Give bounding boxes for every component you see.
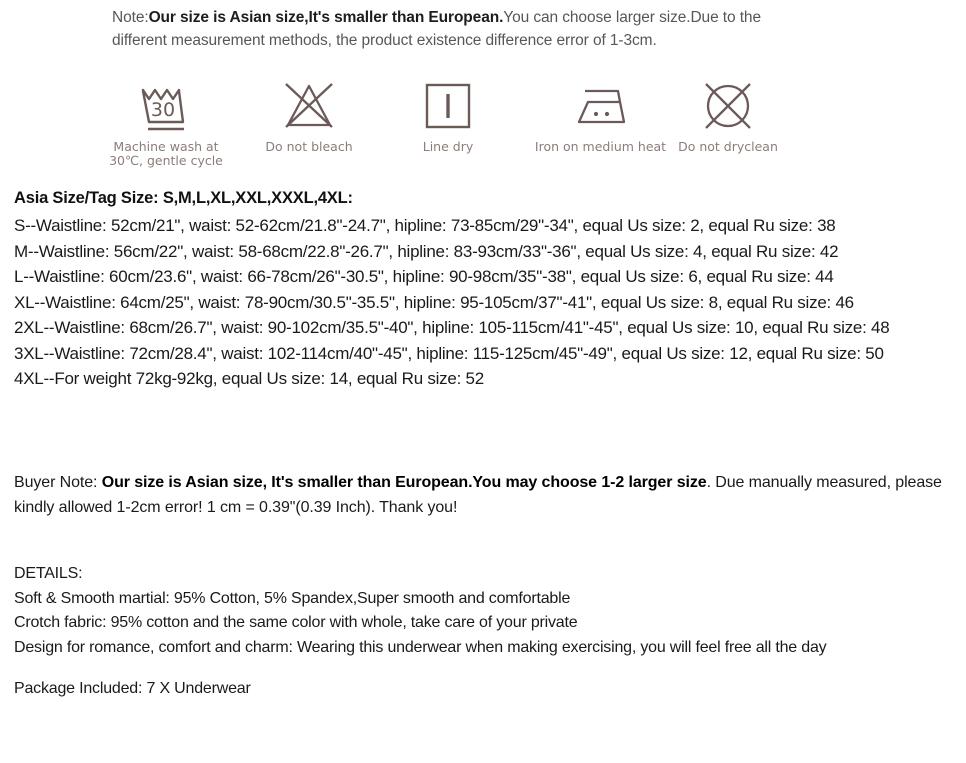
top-note: Note:Our size is Asian size,It's smaller… xyxy=(112,6,772,52)
package-included-line: Package Included: 7 X Underwear xyxy=(14,680,251,697)
size-line: M--Waistline: 56cm/22", waist: 58-68cm/2… xyxy=(14,241,839,261)
details-block: DETAILS: Soft & Smooth martial: 95% Cott… xyxy=(14,562,964,660)
care-symbol-do-not-dryclean: Do not dryclean xyxy=(648,78,808,154)
care-symbol-label: Machine wash at 30℃, gentle cycle xyxy=(109,139,223,168)
top-note-prefix: Note: xyxy=(112,9,149,26)
line-dry-icon xyxy=(378,78,518,134)
details-heading: DETAILS: xyxy=(14,565,83,582)
detail-line: Crotch fabric: 95% cotton and the same c… xyxy=(14,614,578,631)
machine-wash-30-icon: 30 xyxy=(78,78,254,134)
care-symbol-line-dry: Line dry xyxy=(378,78,518,154)
do-not-dryclean-icon xyxy=(648,78,808,134)
svg-text:30: 30 xyxy=(151,99,175,121)
size-line: S--Waistline: 52cm/21", waist: 52-62cm/2… xyxy=(14,216,836,235)
care-symbol-label: Do not bleach xyxy=(265,139,353,154)
size-line: 3XL--Waistline: 72cm/28.4", waist: 102-1… xyxy=(14,343,884,363)
buyer-note-prefix: Buyer Note: xyxy=(14,474,102,491)
size-line: 4XL--For weight 72kg-92kg, equal Us size… xyxy=(14,369,484,388)
buyer-note-bold: Our size is Asian size, It's smaller tha… xyxy=(101,474,707,491)
size-chart-lines: S--Waistline: 52cm/21", waist: 52-62cm/2… xyxy=(14,213,966,392)
size-chart-heading: Asia Size/Tag Size: S,M,L,XL,XXL,XXXL,4X… xyxy=(14,189,353,207)
size-line: L--Waistline: 60cm/23.6", waist: 66-78cm… xyxy=(14,267,834,286)
buyer-note: Buyer Note: Our size is Asian size, It's… xyxy=(14,470,949,520)
do-not-bleach-icon xyxy=(233,78,385,134)
size-line: 2XL--Waistline: 68cm/26.7", waist: 90-10… xyxy=(14,318,890,337)
size-chart-block: Asia Size/Tag Size: S,M,L,XL,XXL,XXXL,4X… xyxy=(14,186,966,392)
care-symbol-label: Line dry xyxy=(422,139,474,154)
care-symbol-machine-wash: 30 Machine wash at 30℃, gentle cycle xyxy=(78,78,254,168)
top-note-bold: Our size is Asian size,It's smaller than… xyxy=(148,9,504,26)
detail-line: Design for romance, comfort and charm: W… xyxy=(14,638,827,656)
care-symbols-row: 30 Machine wash at 30℃, gentle cycle Do … xyxy=(78,78,778,173)
care-symbol-do-not-bleach: Do not bleach xyxy=(233,78,385,154)
detail-line: Soft & Smooth martial: 95% Cotton, 5% Sp… xyxy=(14,589,571,607)
care-symbol-label: Do not dryclean xyxy=(678,139,778,154)
size-line: XL--Waistline: 64cm/25", waist: 78-90cm/… xyxy=(14,292,854,312)
